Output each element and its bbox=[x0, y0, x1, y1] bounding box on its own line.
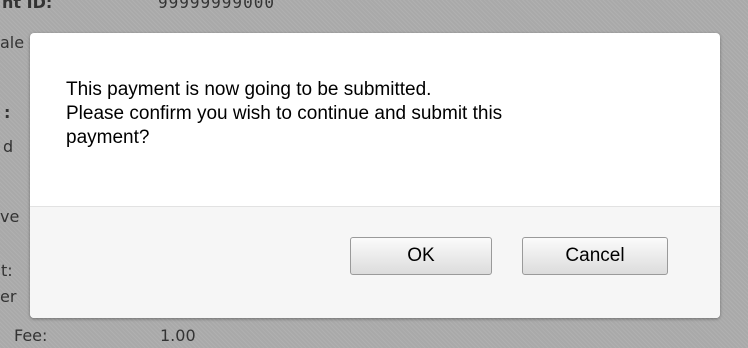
partial-d-label: d bbox=[3, 137, 14, 156]
account-id-value: 99999999000 bbox=[158, 0, 275, 12]
partial-colon-label: : bbox=[4, 103, 11, 122]
message-line-2: Please confirm you wish to continue and … bbox=[66, 103, 503, 124]
message-line-1: This payment is now going to be submitte… bbox=[66, 79, 432, 100]
confirm-payment-dialog: This payment is now going to be submitte… bbox=[30, 33, 720, 318]
partial-ve-label: ve bbox=[0, 207, 20, 226]
dialog-footer: OK Cancel bbox=[30, 207, 720, 318]
partial-row-label: ale bbox=[0, 33, 25, 52]
fee-label: Fee: bbox=[14, 326, 48, 345]
fee-value: 1.00 bbox=[160, 326, 196, 345]
ok-button[interactable]: OK bbox=[350, 237, 492, 275]
partial-t-label: t: bbox=[1, 261, 13, 280]
cancel-button[interactable]: Cancel bbox=[522, 237, 668, 275]
message-line-3: payment? bbox=[66, 127, 150, 148]
dialog-message: This payment is now going to be submitte… bbox=[66, 78, 696, 150]
partial-er-label: er bbox=[0, 287, 17, 306]
account-id-label: nt ID: bbox=[2, 0, 53, 12]
dialog-body: This payment is now going to be submitte… bbox=[30, 33, 720, 207]
